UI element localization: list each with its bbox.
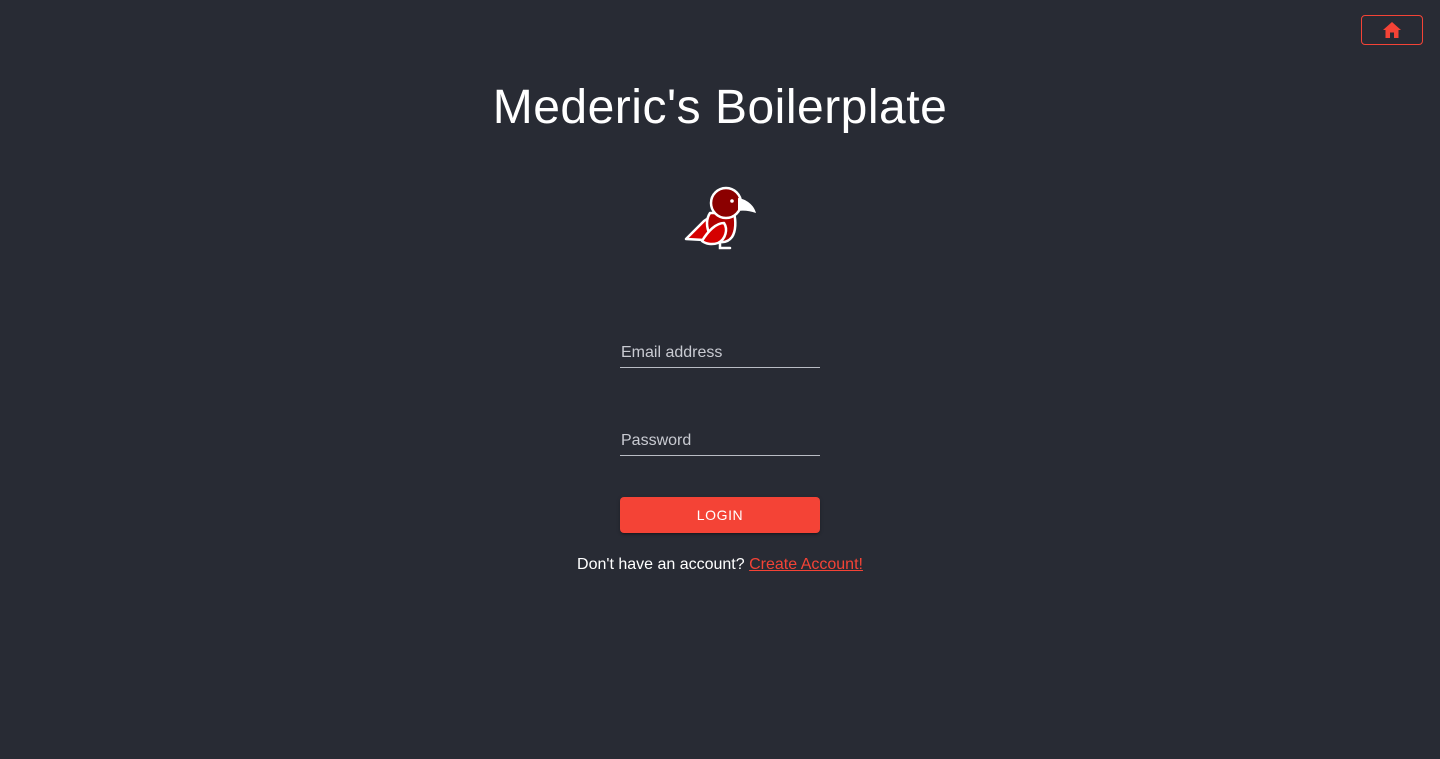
- email-field-wrapper: Email address: [620, 338, 820, 372]
- signup-prompt: Don't have an account? Create Account!: [0, 556, 1440, 574]
- email-input[interactable]: [620, 338, 820, 368]
- home-icon: [1383, 22, 1401, 38]
- login-page: Mederic's Boilerplate Email address Pass…: [0, 0, 1440, 759]
- login-button[interactable]: LOGIN: [620, 497, 820, 533]
- password-input[interactable]: [620, 426, 820, 456]
- page-title: Mederic's Boilerplate: [492, 81, 948, 134]
- create-account-link[interactable]: Create Account!: [749, 556, 863, 573]
- password-field-wrapper: Password: [620, 426, 820, 460]
- bird-logo-icon: [684, 186, 756, 250]
- home-button[interactable]: [1361, 15, 1423, 45]
- signup-prompt-text: Don't have an account?: [577, 556, 745, 573]
